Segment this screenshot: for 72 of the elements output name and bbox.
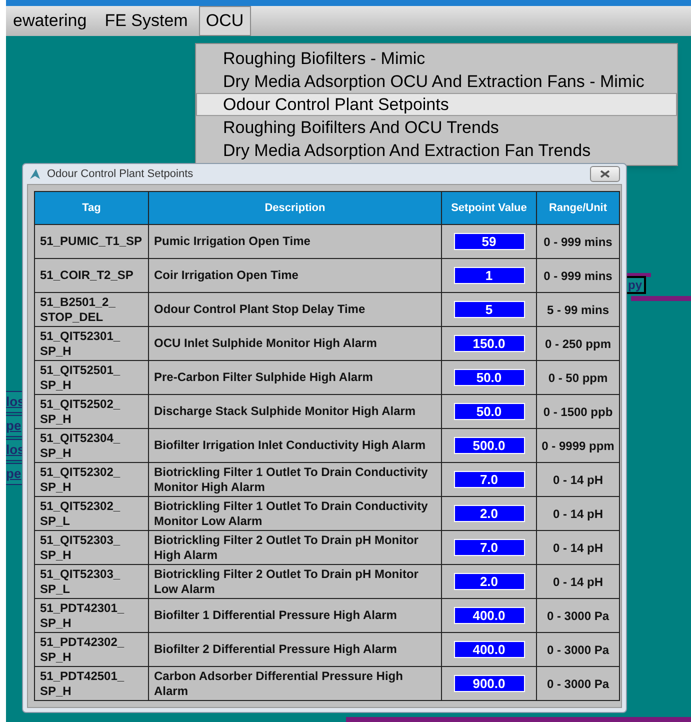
description-cell: Coir Irrigation Open Time — [148, 258, 442, 292]
dropdown-item[interactable]: Dry Media Adsorption And Extraction Fan Trends — [196, 139, 677, 162]
menu-item[interactable]: ewatering — [6, 6, 94, 36]
range-cell: 0 - 3000 Pa — [536, 666, 620, 700]
range-cell: 0 - 14 pH — [536, 530, 620, 564]
range-cell: 0 - 999 mins — [536, 224, 620, 258]
setpoint-field[interactable]: 900.0 — [454, 675, 524, 692]
column-header: Setpoint Value — [442, 192, 536, 224]
tag-cell: 51_QIT52301_ SP_H — [34, 326, 148, 360]
range-cell: 0 - 14 pH — [536, 462, 620, 496]
menu-item[interactable]: OCU — [198, 6, 251, 36]
column-header: Description — [148, 192, 442, 224]
setpoint-field[interactable]: 150.0 — [454, 335, 524, 352]
dropdown-item[interactable]: Roughing Boifilters And OCU Trends — [196, 116, 677, 139]
setpoint-field[interactable]: 400.0 — [454, 607, 524, 624]
setpoint-field[interactable]: 2.0 — [454, 573, 524, 590]
close-icon — [600, 170, 610, 178]
setpoint-field[interactable]: 2.0 — [454, 505, 524, 522]
range-cell: 0 - 50 ppm — [536, 360, 620, 394]
description-cell: OCU Inlet Sulphide Monitor High Alarm — [148, 326, 442, 360]
setpoint-field[interactable]: 7.0 — [454, 471, 524, 488]
setpoint-field[interactable]: 59 — [454, 233, 524, 250]
tag-cell: 51_QIT52303_ SP_H — [34, 530, 148, 564]
range-cell: 0 - 999 mins — [536, 258, 620, 292]
description-cell: Biofilter 1 Differential Pressure High Alarm — [148, 598, 442, 632]
description-cell: Biotrickling Filter 1 Outlet To Drain Conductivity Monitor High Alarm — [148, 462, 442, 496]
tag-cell: 51_COIR_T2_SP — [34, 258, 148, 292]
range-cell: 0 - 250 ppm — [536, 326, 620, 360]
description-cell: Biotrickling Filter 2 Outlet To Drain pH Monitor High Alarm — [148, 530, 442, 564]
setpoint-field[interactable]: 500.0 — [454, 437, 524, 454]
description-cell: Odour Control Plant Stop Delay Time — [148, 292, 442, 326]
tag-cell: 51_PDT42302_ SP_H — [34, 632, 148, 666]
setpoint-field[interactable]: 50.0 — [454, 403, 524, 420]
menu-item[interactable]: FE System — [98, 6, 195, 36]
description-cell: Pre-Carbon Filter Sulphide High Alarm — [148, 360, 442, 394]
column-header: Range/Unit — [536, 192, 620, 224]
range-cell: 0 - 14 pH — [536, 564, 620, 598]
range-cell: 5 - 99 mins — [536, 292, 620, 326]
tag-cell: 51_PUMIC_T1_SP — [34, 224, 148, 258]
range-cell: 0 - 1500 ppb — [536, 394, 620, 428]
setpoint-field[interactable]: 1 — [454, 267, 524, 284]
description-cell: Biotrickling Filter 2 Outlet To Drain pH Monitor Low Alarm — [148, 564, 442, 598]
range-cell: 0 - 3000 Pa — [536, 632, 620, 666]
description-cell: Biotrickling Filter 1 Outlet To Drain Conductivity Monitor Low Alarm — [148, 496, 442, 530]
description-cell: Pumic Irrigation Open Time — [148, 224, 442, 258]
setpoint-field[interactable]: 400.0 — [454, 641, 524, 658]
range-cell: 0 - 9999 ppm — [536, 428, 620, 462]
column-header: Tag — [34, 192, 148, 224]
tag-cell: 51_PDT42501_ SP_H — [34, 666, 148, 700]
description-cell: Biofilter 2 Differential Pressure High Alarm — [148, 632, 442, 666]
tag-cell: 51_QIT52304_ SP_H — [34, 428, 148, 462]
tag-cell: 51_QIT52501_ SP_H — [34, 360, 148, 394]
description-cell: Biofilter Irrigation Inlet Conductivity High Alarm — [148, 428, 442, 462]
tag-cell: 51_QIT52302_ SP_H — [34, 462, 148, 496]
setpoint-field[interactable]: 50.0 — [454, 369, 524, 386]
tag-cell: 51_B2501_2_ STOP_DEL — [34, 292, 148, 326]
tag-cell: 51_QIT52502_ SP_H — [34, 394, 148, 428]
description-cell: Carbon Adsorber Differential Pressure High Alarm — [148, 666, 442, 700]
setpoint-field[interactable]: 7.0 — [454, 539, 524, 556]
tag-cell: 51_PDT42301_ SP_H — [34, 598, 148, 632]
dropdown-item[interactable]: Dry Media Adsorption OCU And Extraction Fans - Mimic — [196, 70, 677, 93]
setpoint-field[interactable]: 5 — [454, 301, 524, 318]
description-cell: Discharge Stack Sulphide Monitor High Alarm — [148, 394, 442, 428]
tag-cell: 51_QIT52303_ SP_L — [34, 564, 148, 598]
dropdown-item[interactable]: Odour Control Plant Setpoints — [196, 93, 677, 116]
range-cell: 0 - 3000 Pa — [536, 598, 620, 632]
window-icon — [29, 168, 41, 180]
tag-cell: 51_QIT52302_ SP_L — [34, 496, 148, 530]
dropdown-item[interactable]: Roughing Biofilters - Mimic — [196, 47, 677, 70]
window-title: Odour Control Plant Setpoints — [47, 166, 194, 182]
close-button[interactable] — [590, 166, 620, 182]
range-cell: 0 - 14 pH — [536, 496, 620, 530]
